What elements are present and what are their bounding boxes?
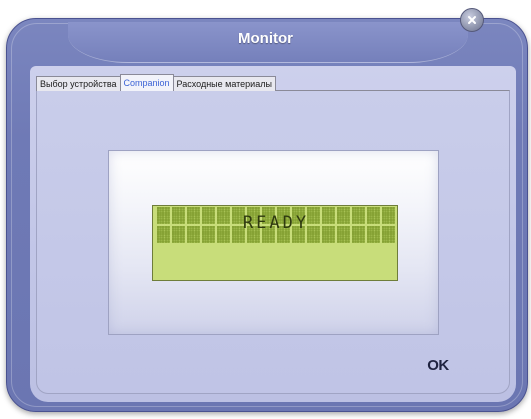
window-title: Monitor [238,30,293,47]
close-icon [466,14,478,26]
lcd-screen: READY [152,205,398,281]
monitor-dialog: Monitor Выбор устройства Companion Расхо… [0,0,531,419]
ok-button[interactable]: OK [421,355,455,377]
tab-consumables[interactable]: Расходные материалы [172,76,276,91]
tab-bar: Выбор устройства Companion Расходные мат… [36,74,276,91]
tab-device-selection[interactable]: Выбор устройства [36,76,121,91]
close-button[interactable] [460,8,484,32]
lcd-status-text: READY [242,213,310,233]
tab-companion[interactable]: Companion [119,74,174,91]
